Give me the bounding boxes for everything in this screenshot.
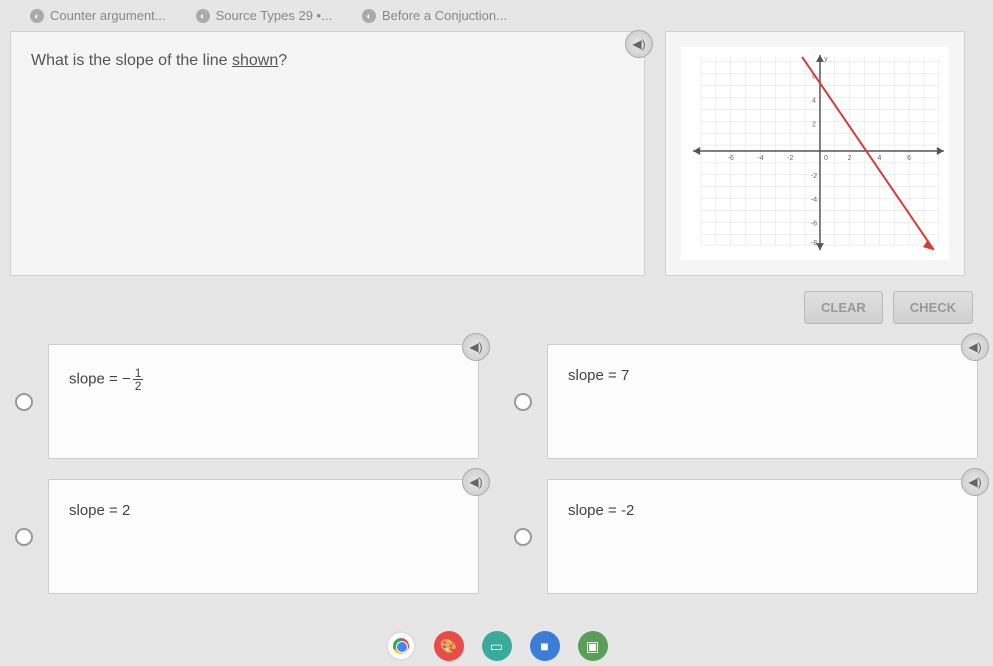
tab-before-conjunction[interactable]: ◐ Before a Conjuction... bbox=[362, 8, 507, 23]
graph-panel: -6-4-2 0 246 246 -2-4-6-8 y bbox=[665, 31, 965, 276]
radio-c[interactable] bbox=[15, 528, 33, 546]
speaker-icon[interactable]: ◀) bbox=[961, 333, 989, 361]
radio-b[interactable] bbox=[514, 393, 532, 411]
svg-text:-8: -8 bbox=[811, 240, 817, 247]
tab-counter-argument[interactable]: ◐ Counter argument... bbox=[30, 8, 166, 23]
chrome-icon[interactable] bbox=[386, 631, 416, 661]
question-panel: What is the slope of the line shown? bbox=[10, 31, 645, 276]
palette-icon[interactable]: 🎨 bbox=[434, 631, 464, 661]
answer-box-d: ◀) slope = -2 bbox=[547, 479, 978, 594]
shown-link[interactable]: shown bbox=[232, 52, 278, 69]
svg-text:4: 4 bbox=[812, 97, 816, 104]
globe-icon: ◐ bbox=[362, 9, 376, 23]
answer-option-d[interactable]: ◀) slope = -2 bbox=[514, 479, 978, 594]
radio-d[interactable] bbox=[514, 528, 532, 546]
globe-icon: ◐ bbox=[30, 9, 44, 23]
speaker-icon[interactable]: ◀) bbox=[961, 468, 989, 496]
speaker-icon[interactable]: ◀) bbox=[625, 30, 653, 58]
svg-text:-4: -4 bbox=[811, 197, 817, 204]
svg-text:y: y bbox=[824, 56, 828, 63]
answer-box-b: ◀) slope = 7 bbox=[547, 344, 978, 459]
question-text: What is the slope of the line shown? bbox=[31, 52, 624, 70]
svg-text:4: 4 bbox=[877, 155, 881, 162]
svg-text:2: 2 bbox=[848, 155, 852, 162]
answer-box-a: ◀) slope = −12 bbox=[48, 344, 479, 459]
coordinate-graph: -6-4-2 0 246 246 -2-4-6-8 y bbox=[681, 47, 949, 260]
svg-text:-2: -2 bbox=[787, 155, 793, 162]
speaker-icon[interactable]: ◀) bbox=[462, 468, 490, 496]
answer-option-c[interactable]: ◀) slope = 2 bbox=[15, 479, 479, 594]
svg-text:-2: -2 bbox=[811, 173, 817, 180]
clear-button[interactable]: CLEAR bbox=[804, 291, 883, 324]
answer-option-b[interactable]: ◀) slope = 7 bbox=[514, 344, 978, 459]
svg-text:-6: -6 bbox=[811, 220, 817, 227]
svg-text:2: 2 bbox=[812, 121, 816, 128]
check-button[interactable]: CHECK bbox=[893, 291, 973, 324]
taskbar: 🎨 ▭ ■ ▣ bbox=[386, 631, 608, 661]
answer-box-c: ◀) slope = 2 bbox=[48, 479, 479, 594]
svg-text:0: 0 bbox=[824, 155, 828, 162]
video-icon[interactable]: ■ bbox=[530, 631, 560, 661]
radio-a[interactable] bbox=[15, 393, 33, 411]
user-icon[interactable]: ▣ bbox=[578, 631, 608, 661]
document-icon[interactable]: ▭ bbox=[482, 631, 512, 661]
svg-text:-6: -6 bbox=[728, 155, 734, 162]
speaker-icon[interactable]: ◀) bbox=[462, 333, 490, 361]
action-buttons: CLEAR CHECK bbox=[0, 276, 993, 334]
answer-option-a[interactable]: ◀) slope = −12 bbox=[15, 344, 479, 459]
globe-icon: ◐ bbox=[196, 9, 210, 23]
answers-grid: ◀) slope = −12 ◀) slope = 7 ◀) slope = 2… bbox=[0, 334, 993, 624]
svg-text:-4: -4 bbox=[757, 155, 763, 162]
tab-source-types[interactable]: ◐ Source Types 29 •... bbox=[196, 8, 332, 23]
browser-tabs: ◐ Counter argument... ◐ Source Types 29 … bbox=[0, 0, 993, 31]
svg-text:6: 6 bbox=[907, 155, 911, 162]
